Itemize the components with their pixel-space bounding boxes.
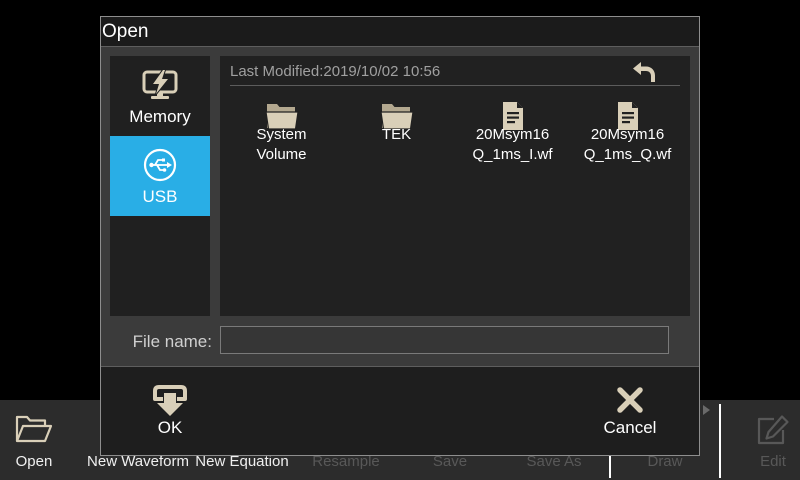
- file-name-field[interactable]: [220, 326, 669, 354]
- memory-icon: [110, 69, 210, 101]
- open-dialog: Open Memory USB Last Modified:2019/10/02…: [100, 16, 700, 456]
- location-item-usb[interactable]: USB: [110, 136, 210, 216]
- screen: Open New Waveform New Equation Resample …: [0, 0, 800, 480]
- file-name-line: Q_1ms_Q.wf: [583, 146, 672, 163]
- location-item-memory[interactable]: Memory: [110, 56, 210, 136]
- last-modified-label: Last Modified:: [230, 63, 324, 80]
- file-item-document[interactable]: 20Msym16 Q_1ms_Q.wf: [570, 100, 685, 220]
- toolbar-label: Open: [15, 453, 53, 470]
- file-name-line: Q_1ms_I.wf: [472, 146, 553, 163]
- file-item-document[interactable]: 20Msym16 Q_1ms_I.wf: [455, 100, 570, 220]
- file-name: 20Msym16 Q_1ms_Q.wf: [570, 125, 685, 165]
- file-name-line: Volume: [256, 146, 307, 163]
- load-icon: [110, 384, 230, 418]
- file-name-line: 20Msym16: [475, 126, 550, 143]
- toolbar-edit-button: Edit: [746, 400, 800, 480]
- cancel-button[interactable]: Cancel: [570, 367, 690, 455]
- ok-button[interactable]: OK: [110, 367, 230, 455]
- file-name: TEK: [339, 125, 454, 145]
- toolbar-label: Edit: [760, 453, 786, 470]
- file-name-line: 20Msym16: [590, 126, 665, 143]
- toolbar-divider: [719, 404, 721, 478]
- last-modified-value: 2019/10/02 10:56: [323, 63, 441, 80]
- file-name-line: System: [256, 126, 307, 143]
- folder-open-icon: [14, 413, 54, 445]
- file-name: System Volume: [224, 125, 339, 165]
- location-label: USB: [142, 187, 178, 206]
- file-name-label: File name:: [132, 332, 212, 351]
- cancel-label: Cancel: [603, 418, 657, 437]
- file-name: 20Msym16 Q_1ms_I.wf: [455, 125, 570, 165]
- toolbar-open-button[interactable]: Open: [0, 400, 68, 480]
- more-arrow-icon: [703, 405, 710, 415]
- dialog-title-bar: Open: [101, 17, 699, 47]
- dialog-title: Open: [102, 21, 149, 42]
- dialog-footer: OK Cancel: [101, 366, 699, 455]
- usb-icon: [110, 148, 210, 182]
- file-item-folder[interactable]: System Volume: [224, 100, 339, 220]
- file-name-line: TEK: [381, 126, 412, 143]
- last-modified: Last Modified:2019/10/02 10:56: [230, 63, 440, 81]
- location-list: Memory USB: [110, 56, 210, 316]
- edit-icon: [755, 414, 791, 446]
- close-icon: [570, 385, 690, 415]
- header-divider: [230, 85, 680, 86]
- back-arrow-icon[interactable]: [632, 61, 656, 83]
- location-label: Memory: [129, 107, 191, 126]
- file-item-folder[interactable]: TEK: [339, 100, 454, 220]
- file-browser: Last Modified:2019/10/02 10:56 System Vo…: [220, 56, 690, 316]
- ok-label: OK: [157, 418, 183, 437]
